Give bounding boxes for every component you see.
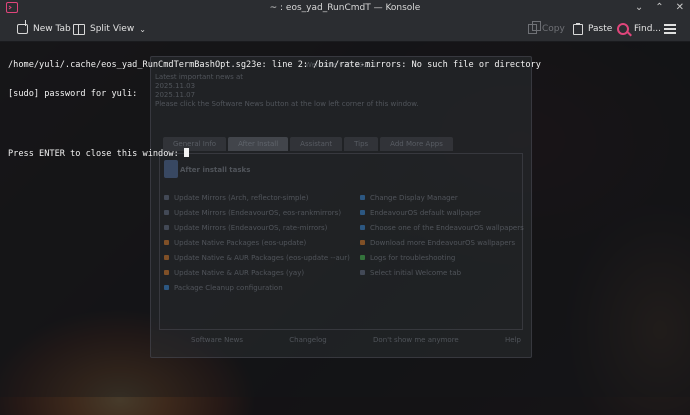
task-icon [360, 240, 365, 245]
task-icon [164, 210, 169, 215]
welcome-panel: After install tasks Update Mirrors (Arch… [159, 153, 524, 330]
task-icon [360, 255, 365, 260]
task-icon [360, 195, 365, 200]
terminal-cursor [183, 147, 189, 157]
window-titlebar[interactable]: ~ : eos_yad_RunCmdT — Konsole ⌄ ⌃ ✕ [0, 0, 690, 16]
software-news-button: Software News [191, 336, 243, 344]
minimize-button[interactable]: ⌄ [635, 0, 643, 16]
copy-icon [528, 21, 541, 34]
welcome-bottom-buttons: Software News Changelog Don't show me an… [191, 336, 521, 344]
terminal-prompt: Press ENTER to close this window: [8, 148, 184, 159]
chevron-down-icon: ⌄ [139, 24, 146, 34]
find-button[interactable]: Find... [617, 16, 661, 42]
task-icon [164, 240, 169, 245]
split-view-icon [73, 23, 85, 35]
task-icon [164, 285, 169, 290]
terminal-line: [sudo] password for yuli: [8, 88, 138, 99]
task-icon [164, 195, 169, 200]
copy-button[interactable]: Copy [528, 16, 565, 42]
new-tab-button[interactable]: New Tab [17, 16, 71, 42]
paste-label: Paste [588, 24, 613, 34]
new-tab-label: New Tab [33, 24, 71, 34]
copy-label: Copy [542, 24, 565, 34]
paste-icon [573, 22, 583, 35]
bottom-strip [0, 397, 690, 415]
window-title: ~ : eos_yad_RunCmdT — Konsole [269, 3, 421, 13]
close-button[interactable]: ✕ [676, 0, 684, 16]
new-tab-icon [17, 20, 28, 34]
help-button: Help [505, 336, 521, 344]
terminal-line: /home/yuli/.cache/eos_yad_RunCmdTermBash… [8, 60, 541, 71]
task-icon [360, 210, 365, 215]
task-icon [360, 270, 365, 275]
task-icon [164, 270, 169, 275]
hamburger-menu-icon[interactable] [664, 24, 676, 34]
maximize-button[interactable]: ⌃ [655, 0, 663, 16]
main-toolbar: New Tab Split View ⌄ Copy Paste Find... [0, 16, 690, 42]
terminal-prompt-line: Press ENTER to close this window: [8, 147, 541, 160]
task-icon [164, 255, 169, 260]
search-icon [617, 23, 629, 35]
paste-button[interactable]: Paste [573, 16, 612, 42]
dont-show-button: Don't show me anymore [373, 336, 459, 344]
left-task-list: Update Mirrors (Arch, reflector-simple) … [164, 190, 350, 295]
find-label: Find... [634, 24, 662, 34]
split-view-button[interactable]: Split View ⌄ [73, 16, 146, 42]
task-icon [360, 225, 365, 230]
right-task-list: Change Display Manager EndeavourOS defau… [360, 190, 524, 280]
changelog-button: Changelog [289, 336, 327, 344]
task-icon [164, 225, 169, 230]
split-view-label: Split View [90, 24, 135, 34]
terminal-output: /home/yuli/.cache/eos_yad_RunCmdTermBash… [8, 42, 541, 178]
terminal-view[interactable]: Welcome v25.10.2-1 Latest important news… [0, 42, 690, 397]
